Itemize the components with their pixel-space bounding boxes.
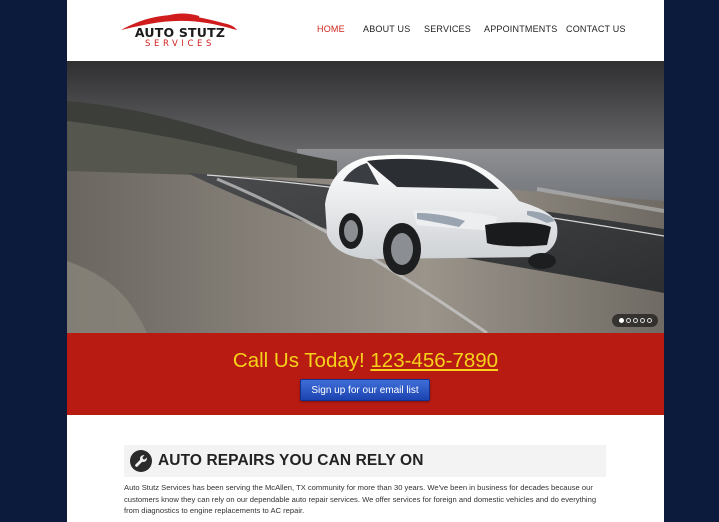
slider-dot-4[interactable] [639, 318, 645, 323]
slider-dot-2[interactable] [625, 318, 631, 323]
wrench-icon [130, 450, 152, 472]
call-line: Call Us Today! 123-456-7890 [67, 349, 664, 373]
hero-image [67, 61, 664, 333]
main-nav: HOME ABOUT US SERVICES APPOINTMENTS CONT… [67, 24, 664, 38]
section-title: AUTO REPAIRS YOU CAN RELY ON [158, 452, 424, 469]
section-header: AUTO REPAIRS YOU CAN RELY ON [124, 445, 606, 477]
logo-sub-text: SERVICES [144, 39, 216, 49]
nav-appointments[interactable]: APPOINTMENTS [484, 24, 557, 34]
content-section: AUTO REPAIRS YOU CAN RELY ON Auto Stutz … [67, 415, 664, 522]
slider-pagination [612, 314, 658, 327]
call-prefix: Call Us Today! [232, 349, 365, 372]
nav-about-us[interactable]: ABOUT US [363, 24, 410, 34]
call-to-action-band: Call Us Today! 123-456-7890 Sign up for … [67, 333, 664, 415]
nav-contact-us[interactable]: CONTACT US [566, 24, 626, 34]
section-body-text: Auto Stutz Services has been serving the… [124, 483, 597, 516]
nav-services[interactable]: SERVICES [424, 24, 471, 34]
page: AUTO STUTZ SERVICES HOME ABOUT US SERVIC… [67, 0, 664, 522]
hero-slider[interactable] [67, 61, 664, 333]
slider-dot-5[interactable] [646, 318, 652, 323]
phone-link[interactable]: 123-456-7890 [370, 349, 498, 372]
email-signup-button[interactable]: Sign up for our email list [300, 379, 430, 401]
nav-home[interactable]: HOME [317, 24, 345, 34]
slider-dot-1[interactable] [618, 318, 624, 323]
slider-dot-3[interactable] [632, 318, 638, 323]
site-header: AUTO STUTZ SERVICES HOME ABOUT US SERVIC… [67, 0, 664, 61]
